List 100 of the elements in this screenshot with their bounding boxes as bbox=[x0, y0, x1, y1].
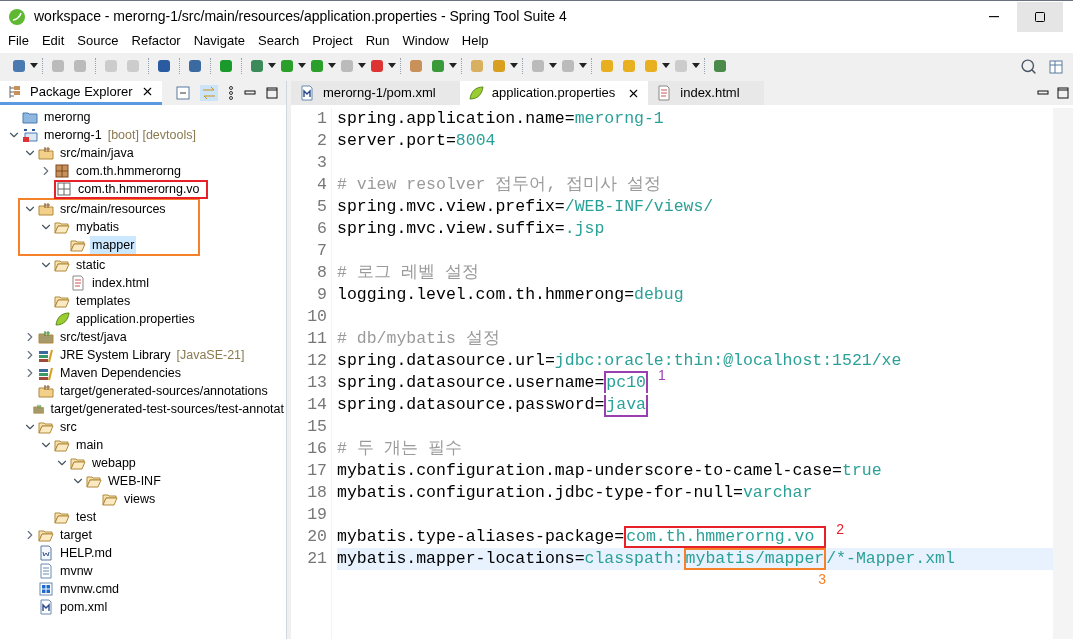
annotation-number: 3 bbox=[818, 569, 826, 589]
tree-item[interactable]: WEB-INF bbox=[106, 471, 163, 491]
collapse-all-icon[interactable] bbox=[176, 86, 190, 100]
menu-item[interactable]: Edit bbox=[41, 31, 65, 51]
property-value: /WEB-INF/views/ bbox=[564, 195, 714, 218]
dropdown-caret-icon[interactable] bbox=[298, 63, 306, 69]
menu-item[interactable]: Search bbox=[258, 31, 300, 51]
editor-tab[interactable]: index.html bbox=[648, 81, 764, 105]
search-icon[interactable] bbox=[1020, 57, 1037, 75]
tree-item[interactable]: HELP.md bbox=[58, 543, 114, 563]
dropdown-caret-icon[interactable] bbox=[388, 63, 396, 69]
tree-item[interactable]: static bbox=[74, 255, 108, 275]
menu-item[interactable]: Window bbox=[402, 31, 449, 51]
tree-item[interactable]: src/main/java bbox=[58, 143, 136, 163]
library-icon bbox=[38, 347, 54, 363]
menu-item[interactable]: Navigate bbox=[193, 31, 245, 51]
dropdown-caret-icon[interactable] bbox=[328, 63, 336, 69]
dropdown-caret-icon[interactable] bbox=[30, 63, 38, 69]
line-number: 20 bbox=[306, 526, 327, 548]
menu-item[interactable]: Help bbox=[461, 31, 489, 51]
property-value: .jsp bbox=[564, 217, 605, 240]
menu-item[interactable]: Project bbox=[312, 31, 353, 51]
property-value: mybatis/mapper bbox=[685, 547, 825, 570]
line-number: 19 bbox=[306, 504, 327, 526]
tree-item[interactable]: com.th.hmmerorng bbox=[74, 161, 183, 181]
line-number: 8 bbox=[316, 262, 327, 284]
tree-item[interactable]: target/generated-test-sources/test-annotat bbox=[48, 399, 286, 419]
code-comment: # 두 개는 필수 bbox=[337, 437, 462, 460]
dropdown-caret-icon[interactable] bbox=[510, 63, 518, 69]
dropdown-caret-icon[interactable] bbox=[662, 63, 670, 69]
source-folder-icon bbox=[38, 201, 54, 217]
dropdown-caret-icon[interactable] bbox=[268, 63, 276, 69]
tree-item[interactable]: templates bbox=[74, 291, 133, 311]
tree-item[interactable]: src bbox=[58, 417, 79, 437]
text-file-icon bbox=[38, 563, 54, 579]
menu-item[interactable]: Refactor bbox=[131, 31, 181, 51]
dropdown-caret-icon[interactable] bbox=[358, 63, 366, 69]
tree-item[interactable]: mapper bbox=[90, 235, 137, 255]
maven-file-icon bbox=[299, 85, 315, 101]
tree-item[interactable]: src/test/java bbox=[58, 327, 129, 347]
menu-item[interactable]: Run bbox=[365, 31, 390, 51]
perspective-icon[interactable] bbox=[1049, 58, 1065, 74]
dropdown-caret-icon[interactable] bbox=[692, 63, 700, 69]
tree-item[interactable]: merorng-1 bbox=[42, 125, 104, 145]
code-comment: # db/mybatis 설정 bbox=[337, 327, 500, 350]
editor-tab[interactable]: merorng-1/pom.xml bbox=[291, 81, 460, 105]
source-folder-icon bbox=[38, 329, 54, 345]
source-folder-icon bbox=[38, 145, 54, 161]
tree-item[interactable]: pom.xml bbox=[58, 597, 110, 617]
property-value: true bbox=[842, 459, 882, 482]
maximize-view-icon[interactable] bbox=[1057, 87, 1069, 99]
line-number: 9 bbox=[316, 284, 327, 306]
tree-item[interactable]: merorng bbox=[42, 107, 93, 127]
tree-item[interactable]: mvnw.cmd bbox=[58, 579, 122, 599]
editor-tab[interactable]: application.properties bbox=[459, 81, 649, 105]
tree-item[interactable]: Maven Dependencies bbox=[58, 363, 183, 383]
html-file-icon bbox=[656, 85, 673, 101]
line-number: 17 bbox=[306, 460, 327, 482]
code-comment: # view resolver 접두어, 접미사 설정 bbox=[337, 173, 662, 196]
tree-item[interactable]: mybatis bbox=[74, 217, 122, 237]
maximize-view-icon[interactable] bbox=[266, 87, 278, 99]
window-title: workspace - merorng-1/src/main/resources/application.properties - Spring Tool Suite 4 bbox=[34, 7, 567, 26]
property-value: com.th.hmmerorng.vo bbox=[626, 525, 816, 548]
package-explorer-icon bbox=[8, 84, 22, 99]
dropdown-caret-icon[interactable] bbox=[549, 63, 557, 69]
menu-item[interactable]: File bbox=[8, 31, 29, 51]
tree-item[interactable]: main bbox=[74, 435, 106, 455]
maximize-icon bbox=[1034, 10, 1046, 23]
leaf-icon bbox=[54, 311, 70, 327]
line-number: 11 bbox=[306, 328, 327, 350]
dropdown-caret-icon[interactable] bbox=[449, 63, 457, 69]
tree-item[interactable]: src/main/resources bbox=[58, 199, 168, 219]
line-number: 10 bbox=[306, 306, 327, 328]
line-number: 7 bbox=[316, 240, 327, 262]
tree-item[interactable]: JRE System Library bbox=[58, 345, 173, 365]
tree-item[interactable]: index.html bbox=[90, 273, 151, 293]
document-icon bbox=[38, 545, 54, 561]
property-value: 8004 bbox=[455, 129, 496, 152]
tree-item[interactable]: mvnw bbox=[58, 561, 95, 581]
tree-item[interactable]: target/generated-sources/annotations bbox=[58, 381, 270, 401]
property-value: classpath: bbox=[584, 547, 684, 570]
tree-item[interactable]: com.th.hmmerorng.vo bbox=[76, 179, 202, 199]
property-value: java bbox=[606, 393, 646, 416]
project-icon bbox=[22, 127, 38, 143]
maven-file-icon bbox=[38, 599, 54, 615]
dropdown-caret-icon[interactable] bbox=[579, 63, 587, 69]
line-number: 21 bbox=[306, 548, 327, 570]
tree-item[interactable]: application.properties bbox=[74, 309, 197, 329]
tree-item[interactable]: views bbox=[122, 489, 158, 509]
property-value: /*-Mapper.xml bbox=[826, 547, 955, 570]
menu-item[interactable]: Source bbox=[77, 31, 119, 51]
tree-item[interactable]: target bbox=[58, 525, 94, 545]
property-value: merorng-1 bbox=[574, 107, 664, 130]
tree-item[interactable]: webapp bbox=[90, 453, 138, 473]
line-number: 5 bbox=[316, 196, 327, 218]
app-logo-icon bbox=[8, 7, 26, 26]
view-menu-icon[interactable] bbox=[228, 86, 234, 100]
tree-item[interactable]: test bbox=[74, 507, 99, 527]
maximize-button[interactable] bbox=[1017, 1, 1063, 32]
leaf-icon bbox=[467, 85, 484, 101]
